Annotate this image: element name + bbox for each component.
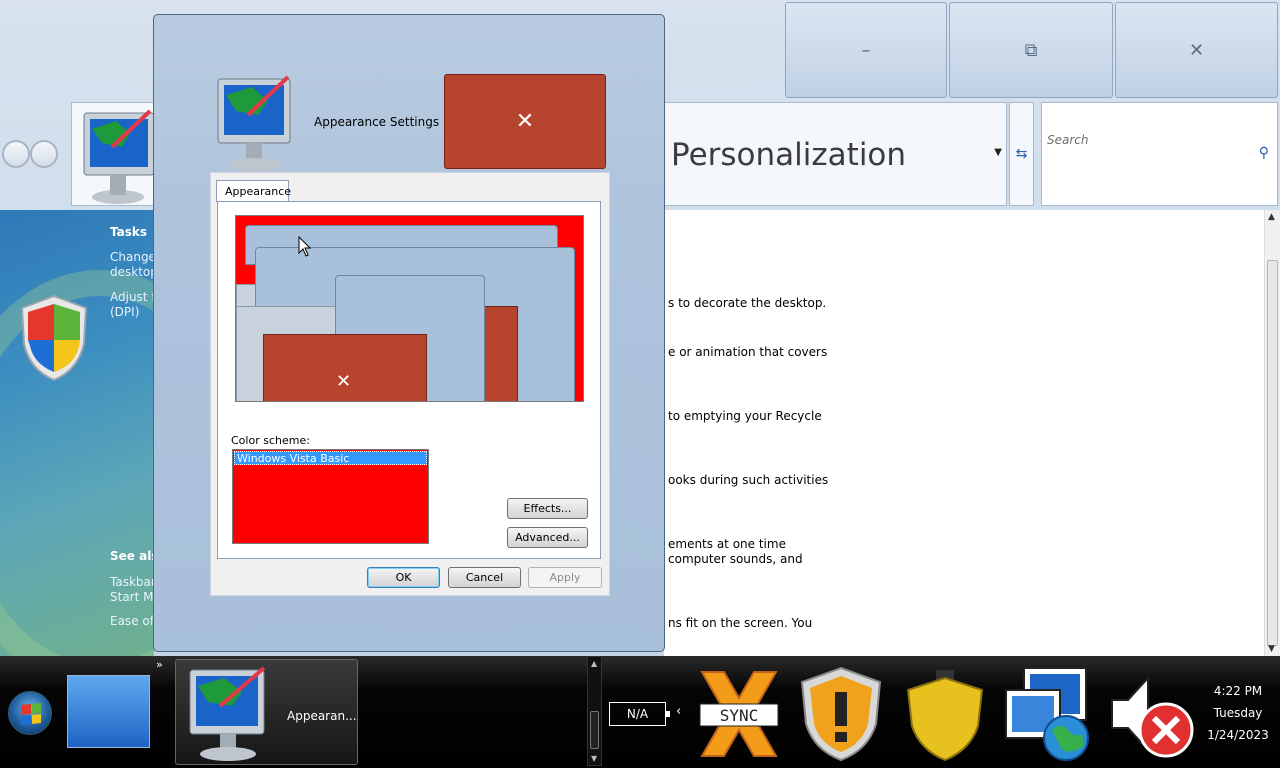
scroll-thumb[interactable]: [590, 711, 599, 749]
refresh-icon: ⇆: [1015, 146, 1028, 162]
search-icon[interactable]: ⚲: [1259, 145, 1269, 161]
scroll-up-icon[interactable]: ▲: [1268, 212, 1275, 222]
search-input[interactable]: Search ⚲: [1041, 102, 1278, 206]
see-also-link-taskbar[interactable]: Taskbar Start Me: [110, 575, 154, 605]
content-line[interactable]: ns fit on the screen. You: [668, 616, 812, 631]
content-line[interactable]: e or animation that covers: [668, 345, 827, 360]
cancel-button[interactable]: Cancel: [448, 567, 521, 588]
content-line[interactable]: s to decorate the desktop.: [668, 296, 826, 311]
color-scheme-item[interactable]: Windows Vista Basic: [234, 451, 427, 465]
content-line[interactable]: ements at one time computer sounds, and: [668, 537, 803, 567]
address-icon: [71, 102, 161, 206]
tab-appearance[interactable]: Appearance: [216, 180, 291, 202]
content-pane: s to decorate the desktop. e or animatio…: [664, 210, 1264, 656]
taskbar-app-label: Appearan...: [287, 709, 357, 723]
network-icon[interactable]: [1002, 664, 1092, 764]
svg-text:SYNC: SYNC: [720, 706, 759, 725]
appearance-settings-icon: [217, 75, 291, 172]
appearance-preview: ✕: [235, 215, 584, 402]
address-title: Personalization: [671, 137, 907, 173]
taskbar-scrollbar[interactable]: ▲ ▼: [587, 656, 602, 766]
content-line[interactable]: to emptying your Recycle: [668, 409, 822, 424]
minimize-button[interactable]: –: [785, 2, 947, 98]
windows-logo-icon: [21, 702, 41, 726]
chevron-down-icon[interactable]: ▼: [994, 147, 1002, 158]
navigation-buttons: [2, 140, 68, 170]
forward-button[interactable]: [30, 140, 58, 168]
show-desktop-icon[interactable]: [67, 675, 150, 748]
clock-day: Tuesday: [1213, 706, 1263, 720]
dialog-close-button[interactable]: ✕: [444, 74, 606, 169]
show-hidden-icons-button[interactable]: ‹: [676, 704, 681, 719]
restore-icon: ⧉: [1024, 39, 1038, 61]
search-placeholder: Search: [1047, 133, 1089, 147]
content-line[interactable]: ooks during such activities: [668, 473, 828, 488]
minimize-icon: –: [861, 39, 871, 61]
effects-button[interactable]: Effects...: [507, 498, 588, 519]
appearance-settings-dialog: Appearance Settings ✕ Appearance ✕ Color…: [153, 14, 665, 652]
task-link-change-desktop[interactable]: Change desktop: [110, 250, 154, 280]
advanced-button[interactable]: Advanced...: [507, 527, 588, 548]
close-icon: ✕: [1188, 39, 1205, 61]
scroll-down-icon[interactable]: ▼: [1268, 644, 1275, 654]
close-button[interactable]: ✕: [1115, 2, 1278, 98]
see-also-heading: See also: [110, 549, 154, 563]
scroll-down-icon[interactable]: ▼: [591, 754, 597, 763]
mouse-cursor-icon: [298, 236, 312, 257]
clock-time: 4:22 PM: [1213, 684, 1263, 698]
close-icon: ✕: [515, 109, 535, 134]
security-shield-icon[interactable]: [900, 664, 990, 764]
shield-icon: [20, 294, 88, 382]
security-warning-icon[interactable]: [796, 664, 886, 764]
clock-date: 1/24/2023: [1207, 728, 1269, 742]
address-bar[interactable]: Personalization ▼: [664, 102, 1007, 206]
appearance-settings-icon: [189, 666, 266, 761]
maximize-button[interactable]: ⧉: [949, 2, 1113, 98]
volume-muted-icon[interactable]: [1104, 664, 1194, 764]
scroll-thumb[interactable]: [1267, 260, 1278, 646]
color-scheme-list[interactable]: Windows Vista Basic: [232, 449, 429, 544]
taskbar: » Appearan... ▲ ▼ N/A ‹ SYNC 4:22 PM Tue…: [0, 656, 1280, 768]
system-clock[interactable]: 4:22 PM Tuesday 1/24/2023: [1196, 680, 1280, 746]
tab-page: ✕ Color scheme: Windows Vista Basic Effe…: [217, 201, 601, 559]
sync-error-icon[interactable]: SYNC: [694, 664, 784, 764]
preview-close-icon: ✕: [336, 371, 352, 392]
tasks-heading: Tasks: [110, 225, 148, 239]
dialog-body: Appearance ✕ Color scheme: Windows Vista…: [210, 172, 610, 596]
vertical-scrollbar[interactable]: ▲ ▼: [1264, 210, 1280, 656]
battery-status[interactable]: N/A: [609, 702, 670, 726]
scroll-up-icon[interactable]: ▲: [591, 659, 597, 668]
task-link-adjust-dpi[interactable]: Adjust fo (DPI): [110, 290, 154, 320]
quick-launch-overflow-icon[interactable]: »: [156, 658, 163, 671]
dialog-title: Appearance Settings: [314, 115, 440, 129]
taskbar-app-appearance[interactable]: Appearan...: [175, 659, 358, 765]
apply-button[interactable]: Apply: [528, 567, 602, 588]
start-button[interactable]: [8, 691, 52, 735]
back-button[interactable]: [2, 140, 30, 168]
see-also-link-ease-of-access[interactable]: Ease of A: [110, 614, 154, 629]
color-scheme-label: Color scheme:: [231, 434, 310, 447]
refresh-button[interactable]: ⇆: [1009, 102, 1034, 206]
ok-button[interactable]: OK: [367, 567, 440, 588]
sidebar: Tasks Change desktop Adjust fo (DPI) See…: [0, 210, 154, 656]
